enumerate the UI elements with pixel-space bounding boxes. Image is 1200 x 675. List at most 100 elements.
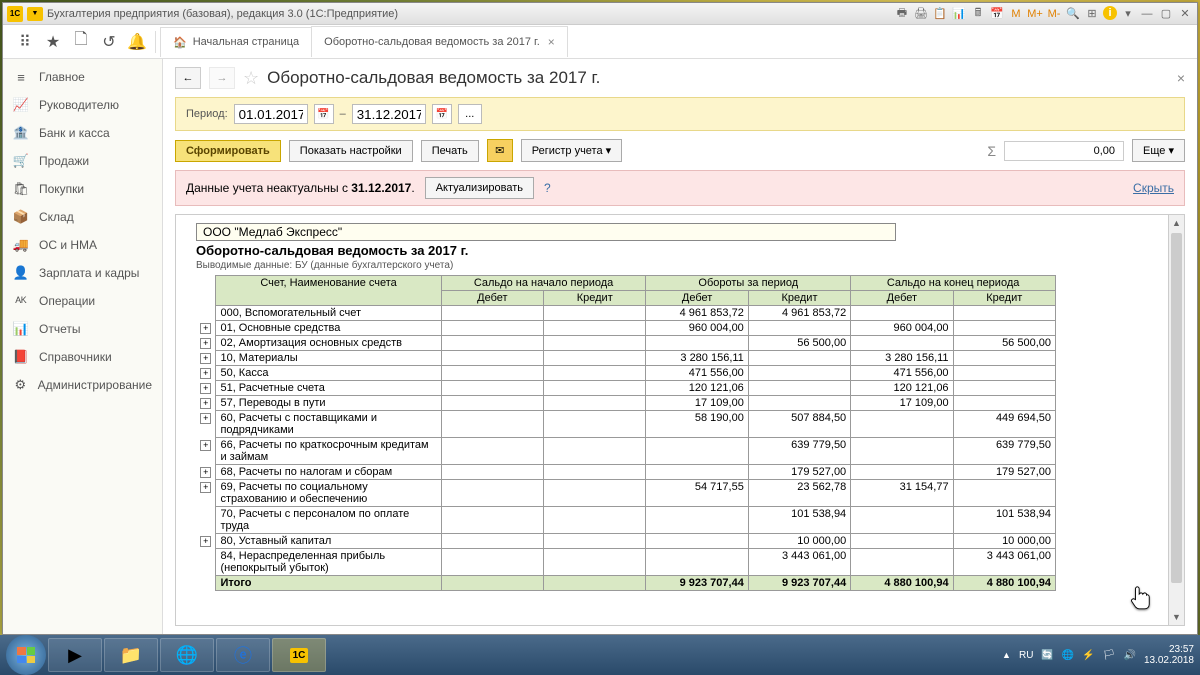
star-icon[interactable]: ☆ — [243, 68, 259, 89]
sidebar: ≡Главное📈Руководителю🏦Банк и касса🛒Прода… — [3, 59, 163, 634]
expand-icon[interactable]: + — [200, 338, 211, 349]
email-button[interactable]: ✉ — [487, 139, 513, 162]
tray-expand-icon[interactable]: ▲ — [1002, 650, 1011, 660]
sidebar-item[interactable]: 🛒Продажи — [3, 147, 162, 175]
favorite-icon[interactable]: ★ — [39, 28, 67, 56]
scroll-up-icon[interactable]: ▲ — [1169, 215, 1184, 231]
sidebar-item[interactable]: 👤Зарплата и кадры — [3, 259, 162, 287]
scroll-down-icon[interactable]: ▼ — [1169, 609, 1184, 625]
titlebar-m-icon[interactable]: M — [1008, 6, 1024, 22]
tray-lang[interactable]: RU — [1019, 650, 1033, 661]
sidebar-item-label: Руководителю — [39, 98, 119, 112]
start-button[interactable] — [6, 635, 46, 675]
table-row: 84, Нераспределенная прибыль (непокрытый… — [196, 549, 1056, 576]
app-menu-dropdown[interactable]: ▼ — [27, 7, 43, 21]
expand-icon[interactable]: + — [200, 383, 211, 394]
titlebar: 1С ▼ Бухгалтерия предприятия (базовая), … — [3, 3, 1197, 25]
date-to-input[interactable] — [352, 104, 426, 124]
sidebar-item[interactable]: 🛍Покупки — [3, 175, 162, 203]
tray-icon[interactable]: 🌐 — [1062, 650, 1074, 661]
hide-link[interactable]: Скрыть — [1133, 181, 1174, 195]
minimize-icon[interactable]: — — [1139, 6, 1155, 22]
register-button[interactable]: Регистр учета ▾ — [521, 139, 622, 162]
tray-flag-icon[interactable]: 🏳 — [1103, 650, 1116, 661]
help-icon[interactable]: ? — [544, 181, 551, 195]
tray-clock[interactable]: 23:5713.02.2018 — [1144, 644, 1194, 666]
titlebar-icon[interactable]: 📅 — [989, 6, 1005, 22]
tray-icon[interactable]: ⚡ — [1082, 650, 1094, 661]
sidebar-item[interactable]: 📊Отчеты — [3, 315, 162, 343]
titlebar-icon[interactable]: 🖩 — [970, 6, 986, 22]
settings-button[interactable]: Показать настройки — [289, 140, 413, 162]
close-icon[interactable]: ✕ — [1177, 6, 1193, 22]
table-row: 70, Расчеты с персоналом по оплате труда… — [196, 507, 1056, 534]
sidebar-item[interactable]: 📕 Справочники — [3, 343, 162, 371]
tray-volume-icon[interactable]: 🔊 — [1123, 650, 1135, 661]
sidebar-item[interactable]: 📦Склад — [3, 203, 162, 231]
totals-row: Итого9 923 707,449 923 707,444 880 100,9… — [196, 576, 1056, 591]
history-icon[interactable]: ↺ — [95, 28, 123, 56]
sidebar-item[interactable]: 🚚ОС и НМА — [3, 231, 162, 259]
expand-icon[interactable]: + — [200, 482, 211, 493]
titlebar-mminus-icon[interactable]: M- — [1046, 6, 1062, 22]
date-from-input[interactable] — [234, 104, 308, 124]
page-close-icon[interactable]: × — [1177, 70, 1185, 86]
calendar-icon[interactable]: 📅 — [314, 104, 334, 124]
period-picker-button[interactable]: ... — [458, 104, 482, 124]
titlebar-icon[interactable]: 📊 — [951, 6, 967, 22]
apps-grid-icon[interactable]: ⠿ — [11, 28, 39, 56]
tab-home[interactable]: 🏠 Начальная страница — [160, 27, 312, 57]
sidebar-item[interactable]: ᴬᴷОперации — [3, 287, 162, 315]
vertical-scrollbar[interactable]: ▲ ▼ — [1168, 215, 1184, 625]
scroll-thumb[interactable] — [1171, 233, 1182, 583]
taskbar-item-1c[interactable]: 1С — [272, 638, 326, 672]
titlebar-icon[interactable]: ⊞ — [1084, 6, 1100, 22]
actualize-button[interactable]: Актуализировать — [425, 177, 534, 199]
titlebar-icon[interactable]: 🖶 — [894, 6, 910, 22]
taskbar-item[interactable]: ⓔ — [216, 638, 270, 672]
expand-icon[interactable]: + — [200, 368, 211, 379]
tab-report[interactable]: Оборотно-сальдовая ведомость за 2017 г. … — [311, 26, 568, 57]
titlebar-dropdown-icon[interactable]: ▾ — [1120, 6, 1136, 22]
table-row: +57, Переводы в пути17 109,0017 109,00 — [196, 396, 1056, 411]
sidebar-item[interactable]: 📈Руководителю — [3, 91, 162, 119]
tab-report-label: Оборотно-сальдовая ведомость за 2017 г. — [324, 36, 540, 48]
titlebar-zoom-icon[interactable]: 🔍 — [1065, 6, 1081, 22]
home-icon: 🏠 — [173, 36, 187, 49]
print-button[interactable]: Печать — [421, 140, 479, 162]
maximize-icon[interactable]: ▢ — [1158, 6, 1174, 22]
expand-icon[interactable]: + — [200, 536, 211, 547]
taskbar-item[interactable]: ▶ — [48, 638, 102, 672]
more-button[interactable]: Еще ▾ — [1132, 139, 1185, 162]
titlebar-icon[interactable]: 📋 — [932, 6, 948, 22]
expand-icon[interactable]: + — [200, 467, 211, 478]
form-button[interactable]: Сформировать — [175, 140, 281, 162]
sidebar-item-label: Отчеты — [39, 322, 80, 336]
topbar: ⠿ ★ 🗋 ↺ 🔔 🏠 Начальная страница Оборотно-… — [3, 25, 1197, 59]
expand-icon[interactable]: + — [200, 440, 211, 451]
calendar-icon[interactable]: 📅 — [432, 104, 452, 124]
sidebar-icon: 📕 — [13, 349, 29, 365]
sidebar-item[interactable]: 🏦Банк и касса — [3, 119, 162, 147]
tab-close-icon[interactable]: × — [548, 35, 555, 49]
titlebar-mplus-icon[interactable]: M+ — [1027, 6, 1043, 22]
expand-icon[interactable]: + — [200, 323, 211, 334]
sidebar-item[interactable]: ≡Главное — [3, 63, 162, 91]
tray-icon[interactable]: 🔄 — [1041, 650, 1053, 661]
taskbar-item[interactable]: 🌐 — [160, 638, 214, 672]
taskbar: ▶ 📁 🌐 ⓔ 1С ▲ RU 🔄 🌐 ⚡ 🏳 🔊 23:5713.02.201… — [0, 635, 1200, 675]
table-row: +10, Материалы3 280 156,113 280 156,11 — [196, 351, 1056, 366]
titlebar-icon[interactable]: 🖨 — [913, 6, 929, 22]
nav-forward-button[interactable]: → — [209, 67, 235, 89]
expand-icon[interactable]: + — [200, 398, 211, 409]
sidebar-item-label: Справочники — [39, 350, 112, 364]
bell-icon[interactable]: 🔔 — [123, 28, 151, 56]
expand-icon[interactable]: + — [200, 413, 211, 424]
table-row: +66, Расчеты по краткосрочным кредитам и… — [196, 438, 1056, 465]
sidebar-item[interactable]: ⚙Администрирование — [3, 371, 162, 399]
taskbar-item[interactable]: 📁 — [104, 638, 158, 672]
clipboard-icon[interactable]: 🗋 — [67, 28, 95, 56]
titlebar-info-icon[interactable]: i — [1103, 6, 1117, 20]
nav-back-button[interactable]: ← — [175, 67, 201, 89]
expand-icon[interactable]: + — [200, 353, 211, 364]
